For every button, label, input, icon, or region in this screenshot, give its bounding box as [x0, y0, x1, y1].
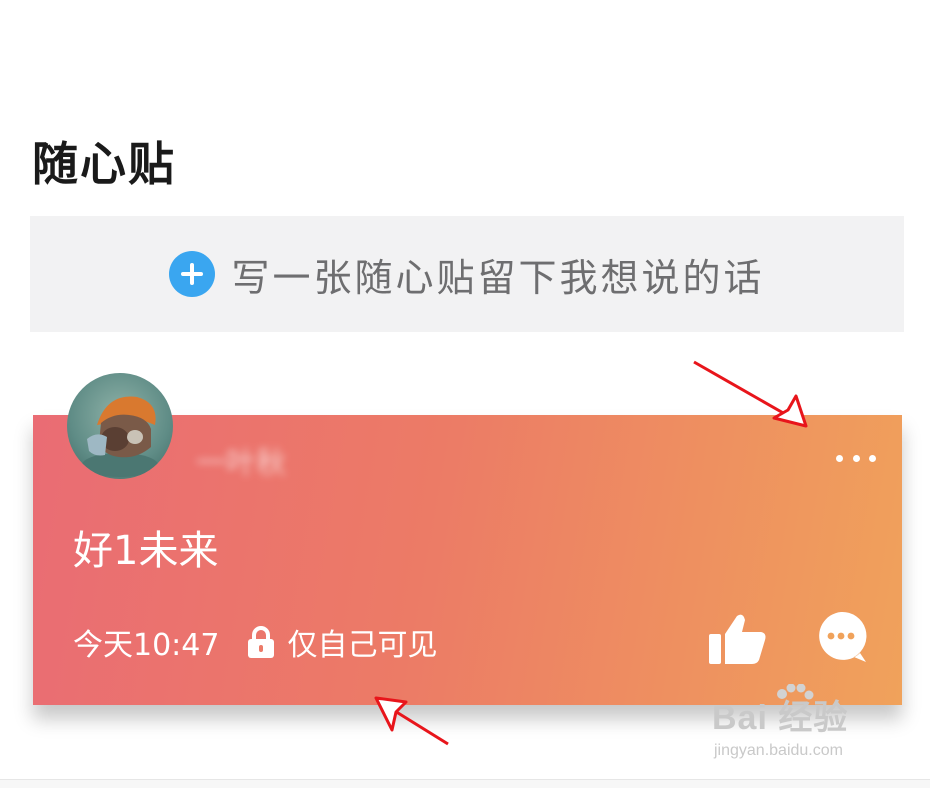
- comment-bubble-icon[interactable]: [814, 610, 868, 664]
- note-time: 今天10:47: [73, 628, 220, 663]
- lock-icon: [248, 626, 275, 658]
- note-content: 好1未来: [73, 528, 219, 574]
- baidu-watermark: Bai 经验 jingyan.baidu.com: [712, 684, 892, 768]
- avatar[interactable]: [67, 373, 173, 479]
- watermark-url: jingyan.baidu.com: [714, 742, 843, 759]
- visibility-label: 仅自己可见: [287, 628, 438, 663]
- plus-circle-icon: [169, 251, 216, 297]
- compose-placeholder: 写一张随心贴留下我想说的话: [231, 255, 765, 300]
- thumbs-up-icon[interactable]: [707, 612, 767, 666]
- bottom-bar: [0, 780, 930, 788]
- avatar-image: [82, 396, 158, 477]
- annotation-arrow-to-more: [693, 360, 808, 428]
- author-name: 一叶秋: [196, 446, 286, 481]
- page-title: 随心贴: [32, 137, 176, 191]
- compose-note-button[interactable]: 写一张随心贴留下我想说的话: [30, 216, 904, 332]
- note-meta: 今天10:47 仅自己可见: [73, 620, 437, 664]
- more-dots-icon[interactable]: [836, 445, 876, 471]
- annotation-arrow-to-card: [374, 696, 449, 746]
- watermark-brand: Bai 经验: [712, 699, 849, 737]
